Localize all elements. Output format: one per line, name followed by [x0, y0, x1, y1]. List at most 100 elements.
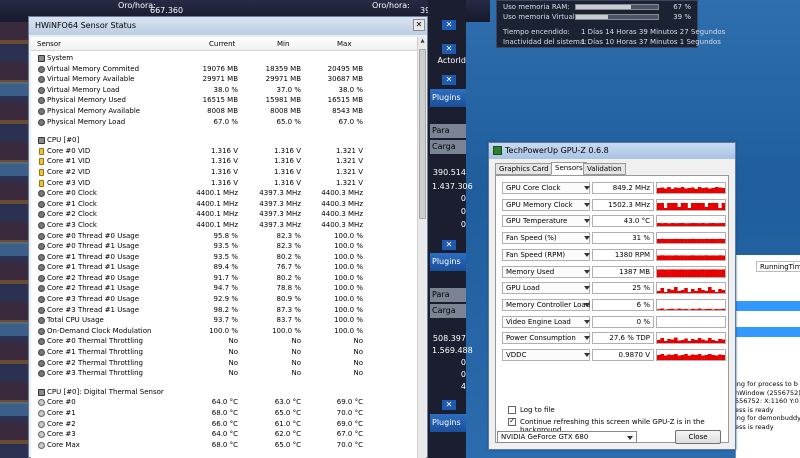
sensor-row[interactable]: Core #0 Thread #0 Usage 95.8 % 82.3 % 100.0…	[31, 231, 417, 242]
table-row[interactable]	[736, 327, 800, 337]
sensor-row[interactable]: Core #2 Thread #0 Usage 91.7 % 80.2 % 100.0…	[31, 273, 417, 284]
sensor-name: Physical Memory Available	[47, 106, 141, 115]
sensor-label-dropdown[interactable]: Memory Used	[502, 265, 590, 278]
sensor-row[interactable]: Core #0 Thermal Throttling No No No	[31, 336, 417, 347]
sensor-row[interactable]: Core #0 VID 1.316 V 1.316 V 1.321 V	[31, 146, 417, 157]
sensor-label-dropdown[interactable]: Video Engine Load	[502, 315, 590, 328]
scrollbar-thumb[interactable]	[419, 49, 426, 219]
sensor-row[interactable]: Core Max 68.0 °C 65.0 °C 70.0 °C	[31, 440, 417, 451]
ram-usage-bar	[575, 4, 659, 10]
sensor-row[interactable]: Core #2 Thread #1 Usage 94.7 % 78.8 % 100.0…	[31, 283, 417, 294]
close-icon[interactable]: ✕	[413, 19, 425, 31]
sensor-row[interactable]: Core #2 Clock 4400.1 MHz 4397.3 MHz 4400.3 …	[31, 209, 417, 220]
plugins-tab[interactable]: Plugins	[430, 414, 466, 432]
plugin-value: 0	[460, 220, 466, 229]
sensor-row[interactable]: Core #3 Thermal Throttling No No No	[31, 368, 417, 379]
sensor-row[interactable]: Core #1 Thermal Throttling No No No	[31, 347, 417, 358]
sensor-row[interactable]: Core #3 VID 1.316 V 1.316 V 1.321 V	[31, 178, 417, 189]
graph-bar	[674, 238, 678, 244]
close-button[interactable]: Close	[675, 430, 721, 444]
sensor-row[interactable]: Core #0 Thread #1 Usage 93.5 % 82.3 % 100.0…	[31, 241, 417, 252]
sensor-row[interactable]: Core #3 Thread #1 Usage 98.2 % 87.3 % 100.0…	[31, 305, 417, 316]
sensor-row[interactable]: Core #1 Thread #0 Usage 93.5 % 80.2 % 100.0…	[31, 252, 417, 263]
plugins-tab[interactable]: Plugins	[430, 89, 466, 107]
close-icon[interactable]: ✕	[442, 20, 456, 30]
sensor-label-dropdown[interactable]: GPU Core Clock	[502, 182, 590, 194]
sensor-label-dropdown[interactable]: VDDC	[502, 349, 590, 361]
close-icon[interactable]: ✕	[442, 75, 456, 85]
graph-bar	[657, 269, 661, 277]
sensor-row[interactable]: Core #3 64.0 °C 62.0 °C 67.0 °C	[31, 429, 417, 440]
sensor-min: 4397.3 MHz	[259, 199, 301, 208]
sensor-row[interactable]: Physical Memory Available 8008 MB 8008 MB 8…	[31, 106, 417, 117]
col-sensor[interactable]: Sensor	[37, 40, 61, 48]
running-time-column[interactable]: RunningTime	[756, 261, 800, 272]
sensor-label-dropdown[interactable]: GPU Load	[502, 282, 590, 295]
col-current[interactable]: Current	[209, 40, 235, 48]
graph-bar	[694, 223, 698, 227]
sensor-label-dropdown[interactable]: Fan Speed (RPM)	[502, 248, 590, 261]
graph-bar	[674, 337, 678, 344]
graph-bar	[711, 290, 715, 294]
sensor-group-row[interactable]: CPU [#0]	[31, 135, 417, 146]
graph-bar	[677, 188, 681, 193]
sensor-row[interactable]: Core #0 Clock 4400.1 MHz 4397.3 MHz 4400.3 …	[31, 188, 417, 199]
close-icon[interactable]: ✕	[442, 400, 456, 410]
sensor-current: 95.8 %	[213, 231, 238, 240]
close-icon[interactable]: ✕	[442, 44, 456, 54]
sensor-row[interactable]: Virtual Memory Commited 19076 MB 18359 MB 2…	[31, 64, 417, 75]
sensor-row[interactable]: Core #2 VID 1.316 V 1.316 V 1.321 V	[31, 167, 417, 178]
sensor-row[interactable]: Core #1 68.0 °C 65.0 °C 70.0 °C	[31, 408, 417, 419]
plugins-tab[interactable]: Plugins	[430, 253, 466, 271]
sensor-label-dropdown[interactable]: Memory Controller Load	[502, 298, 590, 311]
sensor-label: VDDC	[506, 351, 527, 359]
sensor-row[interactable]: Core #2 66.0 °C 61.0 °C 69.0 °C	[31, 419, 417, 430]
table-row[interactable]	[736, 301, 800, 311]
close-icon[interactable]: ✕	[442, 240, 456, 250]
sensor-value: 0 %	[592, 315, 654, 328]
graph-bar	[663, 292, 668, 294]
sensor-label-dropdown[interactable]: GPU Temperature	[502, 215, 590, 228]
sensor-row[interactable]: Core #1 VID 1.316 V 1.316 V 1.321 V	[31, 156, 417, 167]
sensor-label-dropdown[interactable]: Power Consumption	[502, 332, 590, 345]
sensor-row[interactable]: Core #3 Clock 4400.1 MHz 4397.3 MHz 4400.3 …	[31, 220, 417, 231]
sensor-row[interactable]: Core #2 Thermal Throttling No No No	[31, 358, 417, 369]
scrollbar[interactable]: ▲	[417, 37, 426, 458]
sensor-row[interactable]: Core #0 64.0 °C 63.0 °C 69.0 °C	[31, 397, 417, 408]
sensor-max: No	[353, 348, 363, 357]
log-to-file-checkbox[interactable]	[508, 406, 516, 414]
sensor-group-row[interactable]: System	[31, 53, 417, 64]
sensor-row[interactable]: Physical Memory Load 67.0 % 65.0 % 67.0 %	[31, 117, 417, 128]
continue-refresh-checkbox[interactable]	[508, 416, 516, 426]
sensor-current: 68.0 °C	[211, 440, 238, 449]
hwinfo-titlebar[interactable]: HWiNFO64 Sensor Status ✕	[29, 17, 427, 35]
sensor-group-row[interactable]: CPU [#0]: Digital Thermal Sensor	[31, 387, 417, 398]
graph-bar	[718, 339, 722, 344]
gpu-select[interactable]: NVIDIA GeForce GTX 680	[497, 431, 637, 443]
chip-icon	[38, 55, 45, 62]
sensor-value: 27.6 % TDP	[592, 332, 654, 345]
graph-bar	[697, 308, 702, 310]
graph-bar	[687, 292, 692, 294]
sensor-row[interactable]: On-Demand Clock Modulation 100.0 % 100.0 %…	[31, 326, 417, 337]
sensor-label-dropdown[interactable]: Fan Speed (%)	[502, 232, 590, 245]
sensor-min: No	[291, 369, 301, 378]
col-max[interactable]: Max	[337, 40, 351, 48]
gpuz-titlebar[interactable]: TechPowerUp GPU-Z 0.6.8	[489, 143, 735, 159]
sensor-row[interactable]: Total CPU Usage 93.7 % 83.7 % 100.0 %	[31, 315, 417, 326]
sensor-row[interactable]: Core #3 Thread #0 Usage 92.9 % 80.9 % 100.0…	[31, 294, 417, 305]
tab-validation[interactable]: Validation	[583, 163, 626, 175]
scroll-up-icon[interactable]: ▲	[419, 38, 426, 47]
sensor-label-dropdown[interactable]: GPU Memory Clock	[502, 198, 590, 211]
tab-sensors[interactable]: Sensors	[551, 162, 587, 175]
sensor-row[interactable]: Core #1 Thread #1 Usage 89.4 % 76.7 % 100.0…	[31, 262, 417, 273]
para-label: Para	[430, 124, 466, 138]
sensor-row[interactable]: Virtual Memory Available 29971 MB 29971 MB…	[31, 74, 417, 85]
sensor-row[interactable]: Physical Memory Used 16515 MB 15981 MB 1651…	[31, 95, 417, 106]
sensor-min: 1.316 V	[273, 167, 301, 176]
sensor-name: Core #2	[47, 419, 76, 428]
col-min[interactable]: Min	[277, 40, 289, 48]
sensor-row[interactable]: Virtual Memory Load 38.0 % 37.0 % 38.0 %	[31, 85, 417, 96]
tab-graphics-card[interactable]: Graphics Card	[495, 163, 553, 175]
sensor-row[interactable]: Core #1 Clock 4400.1 MHz 4397.3 MHz 4400.3 …	[31, 199, 417, 210]
